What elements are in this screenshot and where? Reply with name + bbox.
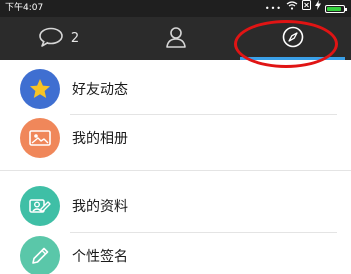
list-item-signature[interactable]: 个性签名 [0, 230, 351, 274]
status-time: 下午4:07 [5, 3, 44, 13]
contacts-icon [165, 26, 187, 52]
charging-icon [315, 0, 321, 17]
battery-fill [327, 6, 341, 11]
app-screen: 下午4:07 ••• 2 好友动态 我的相册 我的资料 个性签名 [0, 0, 351, 274]
sim-icon [302, 0, 311, 17]
tab-discover[interactable] [234, 17, 351, 60]
battery-icon [325, 4, 347, 13]
profile-card-icon [20, 186, 60, 226]
active-tab-indicator [240, 57, 345, 60]
message-count-badge: 2 [70, 31, 80, 46]
pencil-icon [20, 236, 60, 274]
status-dots: ••• [264, 4, 282, 13]
list-item-my-album[interactable]: 我的相册 [0, 112, 351, 164]
list-item-my-profile[interactable]: 我的资料 [0, 180, 351, 232]
tab-contacts[interactable] [117, 17, 234, 60]
tab-messages[interactable]: 2 [0, 17, 117, 60]
list-item-label: 我的资料 [72, 199, 128, 215]
list-item-label: 个性签名 [72, 249, 128, 265]
tab-bar: 2 [0, 17, 351, 60]
star-icon [20, 69, 60, 109]
list-item-label: 好友动态 [72, 82, 128, 98]
group-divider [0, 170, 351, 171]
status-bar: 下午4:07 ••• [0, 0, 351, 17]
status-icons: ••• [264, 0, 347, 17]
compass-icon [282, 26, 304, 52]
chat-bubble-icon [38, 27, 64, 51]
list-item-label: 我的相册 [72, 131, 128, 147]
wifi-icon [286, 0, 298, 17]
photo-icon [20, 118, 60, 158]
list-item-friend-feed[interactable]: 好友动态 [0, 63, 351, 115]
